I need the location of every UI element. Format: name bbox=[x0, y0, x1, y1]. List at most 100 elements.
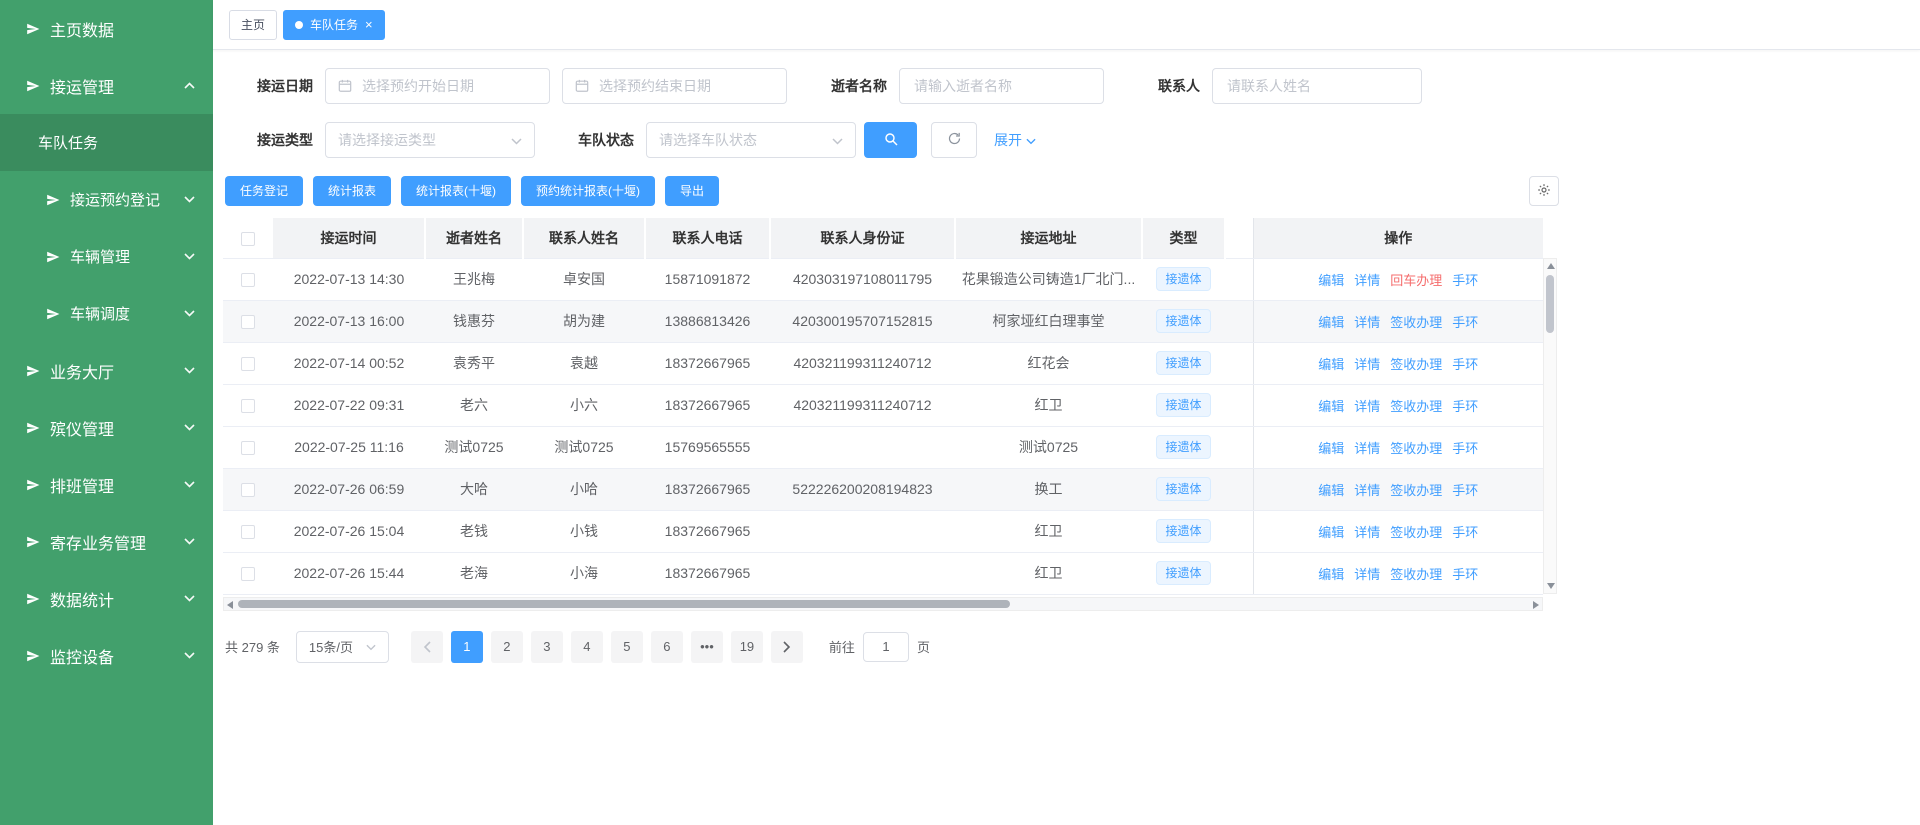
详情-link[interactable]: 详情 bbox=[1354, 567, 1380, 582]
签收办理-link[interactable]: 签收办理 bbox=[1390, 567, 1442, 582]
sidebar-item-monitoring-devices[interactable]: 监控设备 bbox=[0, 627, 213, 684]
goto-page-input[interactable] bbox=[863, 632, 909, 662]
export-button[interactable]: 导出 bbox=[665, 176, 719, 206]
sidebar-item-vehicle-management[interactable]: 车辆管理 bbox=[0, 228, 213, 285]
page-4-button[interactable]: 4 bbox=[571, 631, 603, 663]
date-end-input[interactable] bbox=[562, 68, 787, 104]
fleet-status-select[interactable]: 请选择车队状态 bbox=[646, 122, 856, 158]
transport-type-select[interactable]: 请选择接运类型 bbox=[325, 122, 535, 158]
手环-link[interactable]: 手环 bbox=[1452, 315, 1478, 330]
scroll-up-arrow-icon[interactable] bbox=[1547, 263, 1555, 269]
deceased-name-field[interactable] bbox=[912, 77, 1091, 95]
编辑-link[interactable]: 编辑 bbox=[1318, 525, 1344, 540]
scroll-down-arrow-icon[interactable] bbox=[1547, 583, 1555, 589]
close-tab-icon[interactable]: × bbox=[365, 18, 373, 31]
编辑-link[interactable]: 编辑 bbox=[1318, 399, 1344, 414]
row-checkbox[interactable] bbox=[241, 315, 255, 329]
row-checkbox[interactable] bbox=[241, 273, 255, 287]
stat-report-shiyan-button[interactable]: 统计报表(十堰) bbox=[401, 176, 511, 206]
编辑-link[interactable]: 编辑 bbox=[1318, 315, 1344, 330]
手环-link[interactable]: 手环 bbox=[1452, 273, 1478, 288]
vertical-scrollbar[interactable] bbox=[1543, 258, 1557, 594]
row-checkbox[interactable] bbox=[241, 357, 255, 371]
sidebar-item-transport-management[interactable]: 接运管理 bbox=[0, 57, 213, 114]
fleet-task-table: 接运时间逝者姓名联系人姓名联系人电话联系人身份证接运地址类型操作 2022-07… bbox=[223, 218, 1543, 595]
scroll-left-arrow-icon[interactable] bbox=[227, 601, 233, 609]
详情-link[interactable]: 详情 bbox=[1354, 483, 1380, 498]
sidebar-item-data-statistics[interactable]: 数据统计 bbox=[0, 570, 213, 627]
date-start-field[interactable] bbox=[360, 77, 537, 95]
spacer-cell bbox=[1225, 300, 1253, 342]
horizontal-scrollbar[interactable] bbox=[223, 597, 1543, 611]
tab-fleet-tasks[interactable]: 车队任务× bbox=[283, 10, 385, 40]
手环-link[interactable]: 手环 bbox=[1452, 357, 1478, 372]
详情-link[interactable]: 详情 bbox=[1354, 357, 1380, 372]
contact-name-input[interactable] bbox=[1212, 68, 1422, 104]
stat-report-button[interactable]: 统计报表 bbox=[313, 176, 391, 206]
deceased-name-input[interactable] bbox=[899, 68, 1104, 104]
sidebar-item-label: 监控设备 bbox=[50, 644, 114, 668]
page-5-button[interactable]: 5 bbox=[611, 631, 643, 663]
refresh-button[interactable] bbox=[931, 122, 977, 158]
select-all-checkbox[interactable] bbox=[241, 232, 255, 246]
contact-name-field[interactable] bbox=[1225, 77, 1409, 95]
sidebar-item-business-hall[interactable]: 业务大厅 bbox=[0, 342, 213, 399]
签收办理-link[interactable]: 签收办理 bbox=[1390, 525, 1442, 540]
详情-link[interactable]: 详情 bbox=[1354, 441, 1380, 456]
详情-link[interactable]: 详情 bbox=[1354, 273, 1380, 288]
type-cell: 接遗体 bbox=[1142, 258, 1225, 300]
手环-link[interactable]: 手环 bbox=[1452, 441, 1478, 456]
row-checkbox[interactable] bbox=[241, 399, 255, 413]
page-2-button[interactable]: 2 bbox=[491, 631, 523, 663]
date-start-input[interactable] bbox=[325, 68, 550, 104]
row-checkbox[interactable] bbox=[241, 483, 255, 497]
page-1-button[interactable]: 1 bbox=[451, 631, 483, 663]
sidebar-item-transport-booking-register[interactable]: 接运预约登记 bbox=[0, 171, 213, 228]
sidebar-item-home-data[interactable]: 主页数据 bbox=[0, 0, 213, 57]
vertical-scroll-thumb[interactable] bbox=[1546, 275, 1554, 333]
回车办理-link[interactable]: 回车办理 bbox=[1390, 273, 1442, 288]
search-button[interactable] bbox=[864, 122, 917, 158]
详情-link[interactable]: 详情 bbox=[1354, 525, 1380, 540]
sidebar-item-vehicle-dispatch[interactable]: 车辆调度 bbox=[0, 285, 213, 342]
row-checkbox[interactable] bbox=[241, 441, 255, 455]
page-6-button[interactable]: 6 bbox=[651, 631, 683, 663]
手环-link[interactable]: 手环 bbox=[1452, 525, 1478, 540]
签收办理-link[interactable]: 签收办理 bbox=[1390, 399, 1442, 414]
tab-home[interactable]: 主页 bbox=[229, 10, 277, 40]
booking-stat-report-shiyan-button[interactable]: 预约统计报表(十堰) bbox=[521, 176, 655, 206]
编辑-link[interactable]: 编辑 bbox=[1318, 441, 1344, 456]
expand-toggle[interactable]: 展开 bbox=[994, 130, 1036, 150]
date-end-field[interactable] bbox=[597, 77, 774, 95]
签收办理-link[interactable]: 签收办理 bbox=[1390, 357, 1442, 372]
pager-ellipsis-button[interactable]: ••• bbox=[691, 631, 723, 663]
签收办理-link[interactable]: 签收办理 bbox=[1390, 315, 1442, 330]
编辑-link[interactable]: 编辑 bbox=[1318, 357, 1344, 372]
row-checkbox[interactable] bbox=[241, 567, 255, 581]
签收办理-link[interactable]: 签收办理 bbox=[1390, 483, 1442, 498]
编辑-link[interactable]: 编辑 bbox=[1318, 483, 1344, 498]
sidebar-item-storage-business-management[interactable]: 寄存业务管理 bbox=[0, 513, 213, 570]
row-checkbox[interactable] bbox=[241, 525, 255, 539]
horizontal-scroll-thumb[interactable] bbox=[238, 600, 1010, 608]
page-size-select[interactable]: 15条/页 bbox=[296, 631, 389, 663]
sidebar-item-funeral-management[interactable]: 殡仪管理 bbox=[0, 399, 213, 456]
page-19-button[interactable]: 19 bbox=[731, 631, 763, 663]
手环-link[interactable]: 手环 bbox=[1452, 567, 1478, 582]
next-page-button[interactable] bbox=[771, 631, 803, 663]
编辑-link[interactable]: 编辑 bbox=[1318, 567, 1344, 582]
task-register-button[interactable]: 任务登记 bbox=[225, 176, 303, 206]
sidebar-item-shift-management[interactable]: 排班管理 bbox=[0, 456, 213, 513]
contact-name-cell: 小六 bbox=[523, 384, 645, 426]
column-settings-button[interactable] bbox=[1529, 176, 1559, 206]
scroll-right-arrow-icon[interactable] bbox=[1533, 601, 1539, 609]
详情-link[interactable]: 详情 bbox=[1354, 315, 1380, 330]
手环-link[interactable]: 手环 bbox=[1452, 399, 1478, 414]
page-3-button[interactable]: 3 bbox=[531, 631, 563, 663]
sidebar-item-fleet-tasks[interactable]: 车队任务 bbox=[0, 114, 213, 171]
签收办理-link[interactable]: 签收办理 bbox=[1390, 441, 1442, 456]
详情-link[interactable]: 详情 bbox=[1354, 399, 1380, 414]
手环-link[interactable]: 手环 bbox=[1452, 483, 1478, 498]
编辑-link[interactable]: 编辑 bbox=[1318, 273, 1344, 288]
prev-page-button[interactable] bbox=[411, 631, 443, 663]
